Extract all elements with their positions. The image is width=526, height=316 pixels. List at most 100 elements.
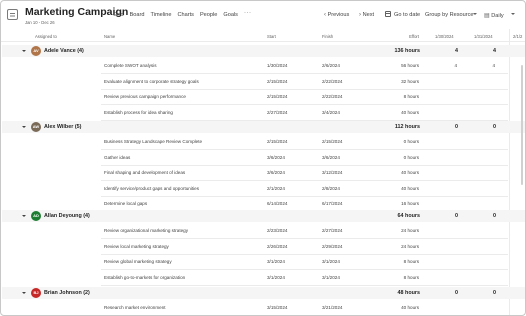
task-start[interactable]: 6/14/2024 xyxy=(267,201,287,206)
task-start[interactable]: 2/15/2024 xyxy=(267,94,287,99)
task-finish[interactable]: 2/8/2024 xyxy=(322,186,340,191)
group-header[interactable]: BJ Brian Johnson (2) 48 hours 0 0 xyxy=(2,287,525,299)
task-name[interactable]: Establish go-to-markets for organization xyxy=(104,275,185,280)
task-name[interactable]: Determine local gaps xyxy=(104,201,147,206)
task-name[interactable]: Review previous campaign performance xyxy=(104,94,186,99)
task-effort[interactable]: 56 hours xyxy=(379,63,419,68)
task-name[interactable]: Review local marketing strategy xyxy=(104,244,169,249)
group-day-1: 0 xyxy=(455,213,458,219)
previous-button[interactable]: ‹ Previous xyxy=(324,12,349,18)
task-name[interactable]: Identify service/product gaps and opport… xyxy=(104,186,199,191)
task-finish[interactable]: 2/22/2024 xyxy=(322,94,342,99)
row-divider xyxy=(101,180,508,181)
task-name[interactable]: Complete SWOT analysis xyxy=(104,63,157,68)
tab-board[interactable]: Board xyxy=(130,12,145,18)
task-name[interactable]: Final shaping and development of ideas xyxy=(104,170,185,175)
row-divider xyxy=(101,195,508,197)
task-finish[interactable]: 3/1/2024 xyxy=(322,275,340,280)
collapse-chevron-icon[interactable] xyxy=(22,292,26,294)
task-effort[interactable]: 8 hours xyxy=(379,94,419,99)
task-effort[interactable]: 16 hours xyxy=(379,201,419,206)
group-name: Allan Deyoung (4) xyxy=(44,213,90,219)
collapse-chevron-icon[interactable] xyxy=(22,215,26,217)
task-effort[interactable]: 40 hours xyxy=(379,305,419,310)
task-start[interactable]: 1/30/2024 xyxy=(267,63,287,68)
tab-people[interactable]: People xyxy=(200,12,217,18)
task-name[interactable]: Research market environment xyxy=(104,305,166,310)
group-day-2: 4 xyxy=(493,48,496,54)
task-start[interactable]: 2/15/2024 xyxy=(267,79,287,84)
task-effort[interactable]: 0 hours xyxy=(379,139,419,144)
task-name[interactable]: Review global marketing strategy xyxy=(104,259,172,264)
task-effort[interactable]: 32 hours xyxy=(379,79,419,84)
task-finish[interactable]: 2/6/2024 xyxy=(322,63,340,68)
task-finish[interactable]: 3/1/2024 xyxy=(322,259,340,264)
task-start[interactable]: 3/6/2024 xyxy=(267,155,285,160)
group-header[interactable]: AW Alex Wilber (5) 112 hours 0 0 xyxy=(2,121,525,133)
column-finish[interactable]: Finish xyxy=(322,34,333,39)
task-finish[interactable]: 3/6/2024 xyxy=(322,155,340,160)
calendar-day-icon: ▤ xyxy=(484,13,490,19)
task-start[interactable]: 3/1/2024 xyxy=(267,259,285,264)
task-name[interactable]: Evaluate alignment to corporate strategy… xyxy=(104,79,199,84)
group-day-2: 0 xyxy=(493,290,496,296)
vertical-scrollbar[interactable] xyxy=(521,65,523,185)
more-options-icon[interactable]: ··· xyxy=(244,10,252,16)
group-day-2: 0 xyxy=(493,213,496,219)
column-start[interactable]: Start xyxy=(267,34,276,39)
tab-goals[interactable]: Goals xyxy=(223,12,238,18)
task-day-1: 4 xyxy=(454,63,457,68)
column-assigned-to[interactable]: Assigned to xyxy=(35,34,57,39)
tab-charts[interactable]: Charts xyxy=(177,12,193,18)
task-finish[interactable]: 6/17/2024 xyxy=(322,201,342,206)
group-by-dropdown[interactable]: Group by Resource xyxy=(425,12,474,18)
task-finish[interactable]: 2/27/2024 xyxy=(322,228,342,233)
task-effort[interactable]: 24 hours xyxy=(379,244,419,249)
collapse-chevron-icon[interactable] xyxy=(22,50,26,52)
column-name[interactable]: Name xyxy=(104,34,115,39)
go-to-date-button[interactable]: Go to date xyxy=(394,12,420,18)
row-divider xyxy=(101,164,508,166)
task-start[interactable]: 2/23/2024 xyxy=(267,228,287,233)
task-finish[interactable]: 3/12/2024 xyxy=(322,170,342,175)
task-name[interactable]: Business Strategy Landscape Review Compl… xyxy=(104,139,202,144)
task-finish[interactable]: 3/21/2024 xyxy=(322,305,342,310)
tab-timeline[interactable]: Timeline xyxy=(151,12,172,18)
task-finish[interactable]: 2/22/2024 xyxy=(322,79,342,84)
column-date-2: 1/31/2024 xyxy=(474,34,493,39)
task-name[interactable]: Review organizational marketing strategy xyxy=(104,228,188,233)
task-finish[interactable]: 2/15/2024 xyxy=(322,139,342,144)
task-name[interactable]: Establish process for idea sharing xyxy=(104,110,173,115)
task-start[interactable]: 2/15/2024 xyxy=(267,139,287,144)
task-finish[interactable]: 3/4/2024 xyxy=(322,110,340,115)
group-effort: 136 hours xyxy=(394,48,420,54)
tab-grid[interactable]: Grid xyxy=(113,12,124,18)
project-icon[interactable] xyxy=(7,9,18,20)
row-divider xyxy=(101,253,508,255)
task-effort[interactable]: 40 hours xyxy=(379,110,419,115)
group-header[interactable]: AV Adele Vance (4) 136 hours 4 4 xyxy=(2,45,525,57)
next-label: Next xyxy=(362,12,375,18)
collapse-chevron-icon[interactable] xyxy=(22,126,26,128)
group-effort: 48 hours xyxy=(397,290,420,296)
row-divider xyxy=(101,284,508,286)
task-effort[interactable]: 0 hours xyxy=(379,155,419,160)
task-effort[interactable]: 8 hours xyxy=(379,275,419,280)
group-header[interactable]: AD Allan Deyoung (4) 64 hours 0 0 xyxy=(2,210,525,222)
task-start[interactable]: 3/6/2024 xyxy=(267,170,285,175)
timescale-dropdown[interactable]: ▤ Daily xyxy=(484,12,504,19)
task-start[interactable]: 2/1/2024 xyxy=(267,186,285,191)
task-start[interactable]: 3/15/2024 xyxy=(267,305,287,310)
task-effort[interactable]: 24 hours xyxy=(379,228,419,233)
next-button[interactable]: › Next xyxy=(359,12,374,18)
column-effort[interactable]: Effort xyxy=(399,34,419,39)
task-finish[interactable]: 2/29/2024 xyxy=(322,244,342,249)
task-start[interactable]: 3/1/2024 xyxy=(267,275,285,280)
task-effort[interactable]: 40 hours xyxy=(379,186,419,191)
task-start[interactable]: 2/27/2024 xyxy=(267,110,287,115)
task-name[interactable]: Gather ideas xyxy=(104,155,130,160)
task-effort[interactable]: 40 hours xyxy=(379,170,419,175)
timescale-label: Daily xyxy=(491,13,504,19)
task-start[interactable]: 2/26/2024 xyxy=(267,244,287,249)
task-effort[interactable]: 8 hours xyxy=(379,259,419,264)
